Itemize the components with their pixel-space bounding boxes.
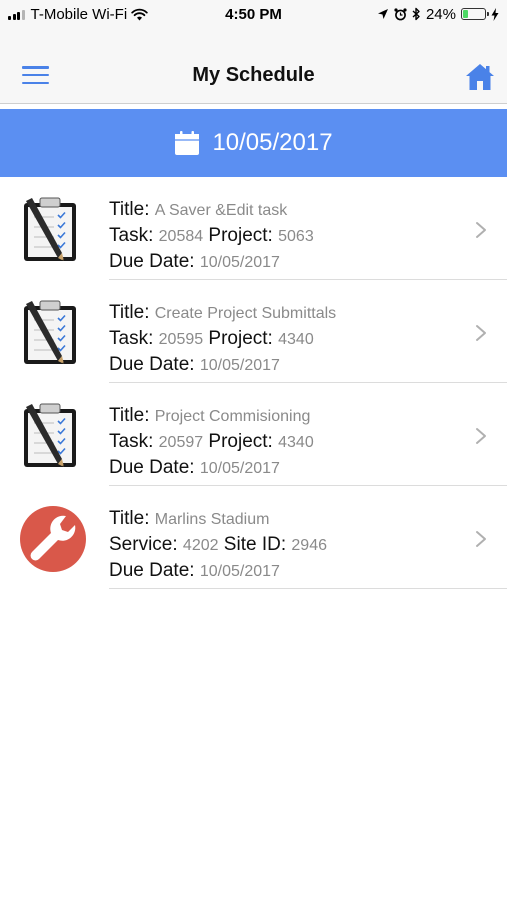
row-divider xyxy=(109,588,507,589)
title-label: Title: xyxy=(109,405,150,426)
due-date-label: Due Date: xyxy=(109,251,195,272)
item-title-line: Title: Create Project Submittals xyxy=(109,300,467,326)
secondary-id-label: Site ID: xyxy=(223,534,287,555)
location-arrow-icon xyxy=(377,9,388,19)
cellular-signal-icon xyxy=(8,9,25,20)
secondary-id-value: 4340 xyxy=(278,434,314,451)
selected-date: 10/05/2017 xyxy=(212,129,333,156)
item-details: Title: Marlins Stadium Service: 4202 Sit… xyxy=(109,506,467,584)
item-details: Title: A Saver &Edit task Task: 20584 Pr… xyxy=(109,197,467,275)
item-details: Title: Project Commisioning Task: 20597 … xyxy=(109,403,467,481)
item-due-line: Due Date: 10/05/2017 xyxy=(109,558,467,584)
list-item-4[interactable]: Title: Marlins Stadium Service: 4202 Sit… xyxy=(0,486,507,589)
list-item-3[interactable]: Title: Project Commisioning Task: 20597 … xyxy=(0,383,507,486)
title-label: Title: xyxy=(109,302,150,323)
chevron-right-icon xyxy=(476,428,486,444)
secondary-id-label: Project: xyxy=(208,431,273,452)
home-icon[interactable] xyxy=(465,62,495,92)
item-due-line: Due Date: 10/05/2017 xyxy=(109,352,467,378)
item-due-line: Due Date: 10/05/2017 xyxy=(109,455,467,481)
item-details: Title: Create Project Submittals Task: 2… xyxy=(109,300,467,378)
status-left: T-Mobile Wi-Fi xyxy=(8,6,148,23)
item-title: A Saver &Edit task xyxy=(154,202,288,219)
alarm-clock-icon xyxy=(394,7,407,20)
primary-id-value: 20595 xyxy=(158,331,204,348)
status-bar: T-Mobile Wi-Fi 4:50 PM 24% xyxy=(0,0,507,28)
secondary-id-value: 5063 xyxy=(278,228,314,245)
item-title: Create Project Submittals xyxy=(154,305,337,322)
bluetooth-icon xyxy=(412,7,420,21)
clipboard-checklist-icon xyxy=(18,195,88,265)
item-title-line: Title: A Saver &Edit task xyxy=(109,197,467,223)
due-date-value: 10/05/2017 xyxy=(199,460,280,477)
item-title-line: Title: Project Commisioning xyxy=(109,403,467,429)
due-date-label: Due Date: xyxy=(109,457,195,478)
wifi-icon xyxy=(131,8,148,20)
item-title: Project Commisioning xyxy=(154,408,311,425)
secondary-id-label: Project: xyxy=(208,225,273,246)
calendar-icon xyxy=(175,131,200,155)
item-title: Marlins Stadium xyxy=(154,511,270,528)
primary-id-label: Task: xyxy=(109,225,154,246)
title-label: Title: xyxy=(109,508,150,529)
clipboard-checklist-icon xyxy=(18,298,88,368)
secondary-id-value: 2946 xyxy=(291,537,327,554)
secondary-id-value: 4340 xyxy=(278,331,314,348)
battery-icon xyxy=(461,8,489,20)
chevron-right-icon xyxy=(476,222,486,238)
navigation-bar: My Schedule xyxy=(0,28,507,104)
due-date-value: 10/05/2017 xyxy=(199,357,280,374)
wrench-icon xyxy=(18,504,88,574)
list-item-2[interactable]: Title: Create Project Submittals Task: 2… xyxy=(0,280,507,383)
chevron-right-icon xyxy=(476,531,486,547)
item-due-line: Due Date: 10/05/2017 xyxy=(109,249,467,275)
item-ids-line: Task: 20595 Project: 4340 xyxy=(109,326,467,352)
primary-id-value: 20584 xyxy=(158,228,204,245)
chevron-right-icon xyxy=(476,325,486,341)
due-date-label: Due Date: xyxy=(109,560,195,581)
charging-bolt-icon xyxy=(491,7,499,21)
due-date-label: Due Date: xyxy=(109,354,195,375)
carrier-label: T-Mobile Wi-Fi xyxy=(30,5,128,23)
page-title: My Schedule xyxy=(192,64,315,86)
primary-id-label: Task: xyxy=(109,328,154,349)
clipboard-checklist-icon xyxy=(18,401,88,471)
status-right: 24% xyxy=(377,6,499,23)
item-ids-line: Task: 20584 Project: 5063 xyxy=(109,223,467,249)
battery-percent: 24% xyxy=(425,5,456,23)
due-date-value: 10/05/2017 xyxy=(199,254,280,271)
schedule-list: Title: A Saver &Edit task Task: 20584 Pr… xyxy=(0,177,507,589)
list-item-1[interactable]: Title: A Saver &Edit task Task: 20584 Pr… xyxy=(0,177,507,280)
secondary-id-label: Project: xyxy=(208,328,273,349)
item-title-line: Title: Marlins Stadium xyxy=(109,506,467,532)
primary-id-value: 20597 xyxy=(158,434,204,451)
item-ids-line: Service: 4202 Site ID: 2946 xyxy=(109,532,467,558)
item-ids-line: Task: 20597 Project: 4340 xyxy=(109,429,467,455)
date-selector[interactable]: 10/05/2017 xyxy=(0,109,507,177)
primary-id-label: Task: xyxy=(109,431,154,452)
primary-id-label: Service: xyxy=(109,534,178,555)
primary-id-value: 4202 xyxy=(182,537,219,554)
battery-level xyxy=(463,10,469,18)
due-date-value: 10/05/2017 xyxy=(199,563,280,580)
title-label: Title: xyxy=(109,199,150,220)
